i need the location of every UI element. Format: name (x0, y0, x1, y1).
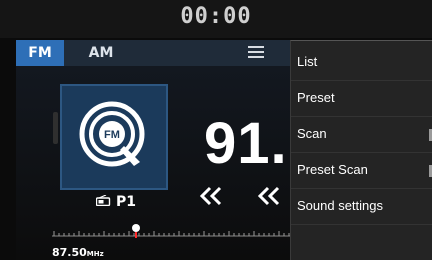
band-tab-bar: FM AM (16, 40, 292, 66)
tuner-knob (132, 224, 140, 232)
clock: 00:00 (180, 4, 252, 29)
seek-back-icon[interactable] (200, 186, 222, 206)
status-bar: 00:00 (0, 0, 432, 38)
art-label: FM (104, 129, 120, 141)
menu-item-list[interactable]: List (291, 45, 432, 81)
prev-icon[interactable] (258, 186, 284, 206)
tab-am[interactable]: AM (76, 40, 126, 66)
menu-item-scan[interactable]: Scan (291, 117, 432, 153)
radio-screen: 00:00 FM AM FM 91. P1 87.50MHz List Pres… (0, 0, 432, 260)
frequency-display: 91. (204, 111, 288, 176)
art-edge-handle (53, 112, 58, 144)
preset-label: P1 (116, 194, 137, 210)
menu-item-preset[interactable]: Preset (291, 81, 432, 117)
fm-radio-icon: FM (79, 101, 145, 167)
station-art[interactable]: FM (60, 84, 168, 190)
menu-item-sound-settings[interactable]: Sound settings (291, 189, 432, 225)
radio-icon (96, 195, 111, 206)
menu-list-icon[interactable] (248, 44, 268, 62)
tab-fm[interactable]: FM (16, 40, 64, 66)
options-menu: List Preset Scan Preset Scan Sound setti… (290, 40, 432, 260)
tuner-low-label: 87.50MHz (52, 246, 104, 259)
menu-item-preset-scan[interactable]: Preset Scan (291, 153, 432, 189)
tuner-ticks (53, 231, 290, 236)
tuner-scale[interactable] (52, 224, 292, 240)
